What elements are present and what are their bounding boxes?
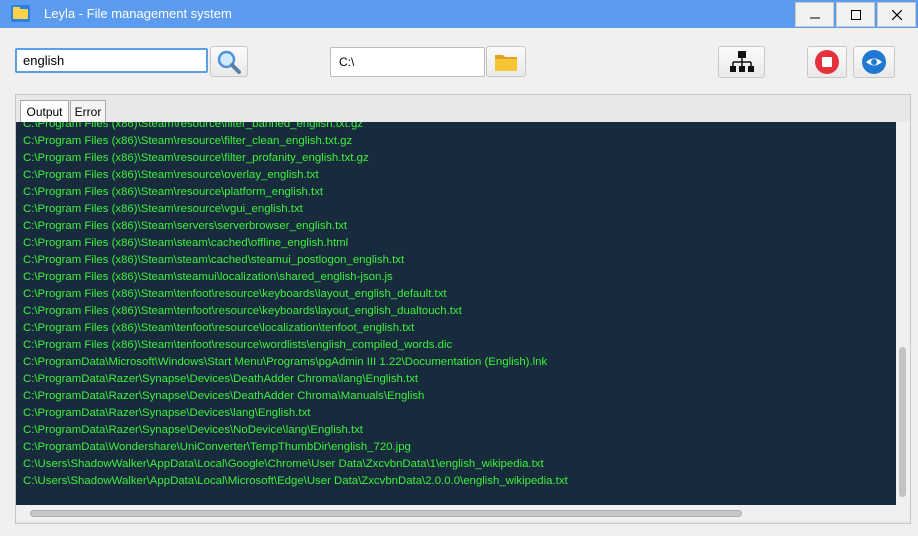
search-input[interactable] bbox=[15, 48, 208, 73]
browse-folder-button[interactable] bbox=[486, 46, 526, 77]
output-line: C:\Program Files (x86)\Steam\resource\fi… bbox=[23, 135, 353, 147]
output-line: C:\Program Files (x86)\Steam\tenfoot\res… bbox=[23, 288, 447, 300]
output-line: C:\Program Files (x86)\Steam\resource\fi… bbox=[23, 122, 363, 130]
window-title: Leyla - File management system bbox=[44, 6, 232, 21]
tab-output[interactable]: Output bbox=[20, 100, 69, 122]
horizontal-scrollbar[interactable] bbox=[16, 505, 910, 521]
output-line: C:\Program Files (x86)\Steam\steam\cache… bbox=[23, 254, 405, 266]
output-line: C:\Users\ShadowWalker\AppData\Local\Micr… bbox=[23, 475, 568, 487]
output-line: C:\Program Files (x86)\Steam\tenfoot\res… bbox=[23, 322, 415, 334]
stop-button[interactable] bbox=[807, 46, 847, 78]
view-button[interactable] bbox=[853, 46, 895, 78]
path-input[interactable] bbox=[330, 47, 485, 77]
tree-view-button[interactable] bbox=[718, 46, 765, 78]
eye-icon bbox=[862, 50, 886, 74]
stop-icon bbox=[815, 50, 839, 74]
hierarchy-icon bbox=[729, 51, 754, 72]
close-icon bbox=[891, 9, 902, 20]
output-line: C:\Program Files (x86)\Steam\tenfoot\res… bbox=[23, 305, 462, 317]
horizontal-scroll-thumb[interactable] bbox=[30, 510, 742, 517]
output-line: C:\Program Files (x86)\Steam\resource\pl… bbox=[23, 186, 324, 198]
maximize-button[interactable] bbox=[836, 2, 875, 27]
output-line: C:\Program Files (x86)\Steam\servers\ser… bbox=[23, 220, 348, 232]
folder-icon bbox=[495, 54, 517, 71]
output-line: C:\Program Files (x86)\Steam\tenfoot\res… bbox=[23, 339, 453, 351]
output-line: C:\ProgramData\Razer\Synapse\Devices\Dea… bbox=[23, 390, 425, 402]
output-line: C:\Program Files (x86)\Steam\steam\cache… bbox=[23, 237, 349, 249]
output-line: C:\ProgramData\Microsoft\Windows\Start M… bbox=[23, 356, 548, 368]
output-line: C:\ProgramData\Razer\Synapse\Devices\lan… bbox=[23, 407, 311, 419]
search-button[interactable] bbox=[210, 46, 248, 77]
output-panel: Output Error C:\Program Files (x86)\Stea… bbox=[15, 94, 911, 524]
minimize-icon bbox=[809, 17, 820, 18]
title-bar: Leyla - File management system bbox=[0, 0, 918, 28]
output-line: C:\Program Files (x86)\Steam\resource\vg… bbox=[23, 203, 303, 215]
maximize-icon bbox=[850, 9, 861, 20]
vertical-scrollbar[interactable] bbox=[896, 122, 910, 505]
output-line: C:\ProgramData\Razer\Synapse\Devices\Dea… bbox=[23, 373, 419, 385]
folder-app-icon bbox=[11, 5, 30, 22]
output-line: C:\Program Files (x86)\Steam\resource\fi… bbox=[23, 152, 369, 164]
close-window-button[interactable] bbox=[877, 2, 916, 27]
magnifier-icon bbox=[217, 50, 241, 74]
output-text-area[interactable]: C:\Program Files (x86)\Steam\resource\fi… bbox=[16, 122, 896, 505]
vertical-scroll-thumb[interactable] bbox=[899, 347, 906, 497]
output-line: C:\Users\ShadowWalker\AppData\Local\Goog… bbox=[23, 458, 544, 470]
output-line: C:\ProgramData\Wondershare\UniConverter\… bbox=[23, 441, 411, 453]
tab-error[interactable]: Error bbox=[70, 100, 106, 122]
output-line: C:\Program Files (x86)\Steam\steamui\loc… bbox=[23, 271, 393, 283]
minimize-button[interactable] bbox=[795, 2, 834, 27]
output-line: C:\ProgramData\Razer\Synapse\Devices\NoD… bbox=[23, 424, 363, 436]
output-line: C:\Program Files (x86)\Steam\resource\ov… bbox=[23, 169, 319, 181]
